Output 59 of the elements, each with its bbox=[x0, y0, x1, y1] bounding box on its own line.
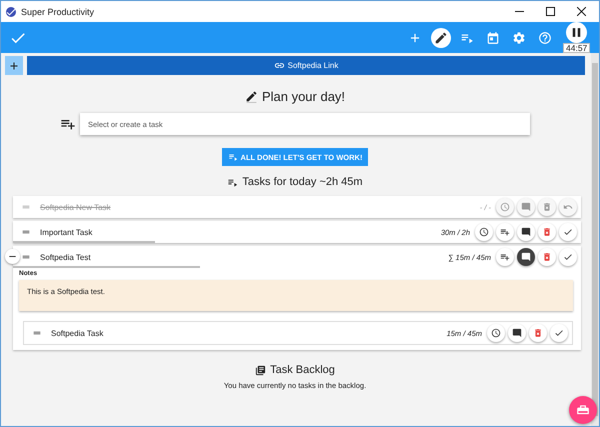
comment-button[interactable] bbox=[508, 324, 526, 342]
calendar-icon bbox=[486, 30, 500, 44]
app-icon bbox=[5, 6, 17, 18]
books-icon bbox=[255, 364, 266, 376]
clock-icon bbox=[491, 328, 501, 338]
add-link-button[interactable] bbox=[5, 56, 23, 75]
clock-icon bbox=[500, 202, 510, 212]
undo-button[interactable] bbox=[559, 198, 577, 216]
trash-icon bbox=[542, 227, 552, 237]
backlog-heading: Task Backlog bbox=[270, 364, 335, 376]
pencil-icon bbox=[434, 30, 448, 44]
task-title[interactable]: Important Task bbox=[40, 228, 92, 236]
task-title[interactable]: Softpedia Task bbox=[51, 328, 104, 338]
trash-icon bbox=[533, 328, 543, 338]
check-icon bbox=[554, 328, 564, 338]
help-icon bbox=[538, 30, 552, 44]
page-heading: Plan your day! bbox=[262, 89, 346, 104]
playlist-add-icon bbox=[500, 252, 510, 262]
settings-icon bbox=[512, 30, 526, 44]
playlist-add-button[interactable] bbox=[496, 248, 514, 266]
tasks-heading: Tasks for today ~2h 45m bbox=[242, 176, 363, 188]
comment-icon bbox=[512, 328, 522, 338]
trash-button[interactable] bbox=[538, 223, 556, 241]
clock-icon bbox=[479, 227, 489, 237]
link-icon bbox=[274, 60, 285, 71]
floating-action-button[interactable] bbox=[569, 396, 597, 424]
box-icon bbox=[576, 403, 590, 417]
maximize-icon[interactable] bbox=[546, 7, 555, 16]
comment-button[interactable] bbox=[517, 223, 535, 241]
pause-button[interactable] bbox=[566, 22, 587, 43]
pencil-button[interactable] bbox=[431, 28, 451, 48]
trash-icon bbox=[542, 202, 552, 212]
collapse-button[interactable] bbox=[5, 249, 20, 264]
clock-button[interactable] bbox=[475, 223, 493, 241]
trash-button[interactable] bbox=[538, 248, 556, 266]
close-icon[interactable] bbox=[577, 7, 586, 16]
window-title: Super Productivity bbox=[21, 6, 94, 16]
trash-button[interactable] bbox=[529, 324, 547, 342]
playlist-add-button[interactable] bbox=[496, 223, 514, 241]
add-icon bbox=[8, 60, 20, 72]
check-button[interactable] bbox=[559, 248, 577, 266]
playlist-add-icon bbox=[500, 227, 510, 237]
trash-button[interactable] bbox=[538, 198, 556, 216]
comment-icon bbox=[521, 202, 531, 212]
task-title[interactable]: Softpedia Test bbox=[40, 252, 91, 262]
timer: 44:57 bbox=[563, 43, 590, 53]
comment-icon bbox=[521, 252, 531, 262]
check-icon bbox=[563, 252, 573, 262]
pencil-icon bbox=[244, 90, 258, 103]
check-button[interactable] bbox=[559, 223, 577, 241]
comment-button[interactable] bbox=[517, 248, 535, 266]
check-icon bbox=[563, 227, 573, 237]
clock-button[interactable] bbox=[487, 324, 505, 342]
pinned-link[interactable]: Softpedia Link bbox=[27, 56, 585, 75]
check-button[interactable] bbox=[550, 324, 568, 342]
comment-icon bbox=[521, 227, 531, 237]
trash-icon bbox=[542, 252, 552, 262]
scrollbar[interactable] bbox=[591, 53, 599, 426]
playlist-icon bbox=[228, 152, 238, 162]
